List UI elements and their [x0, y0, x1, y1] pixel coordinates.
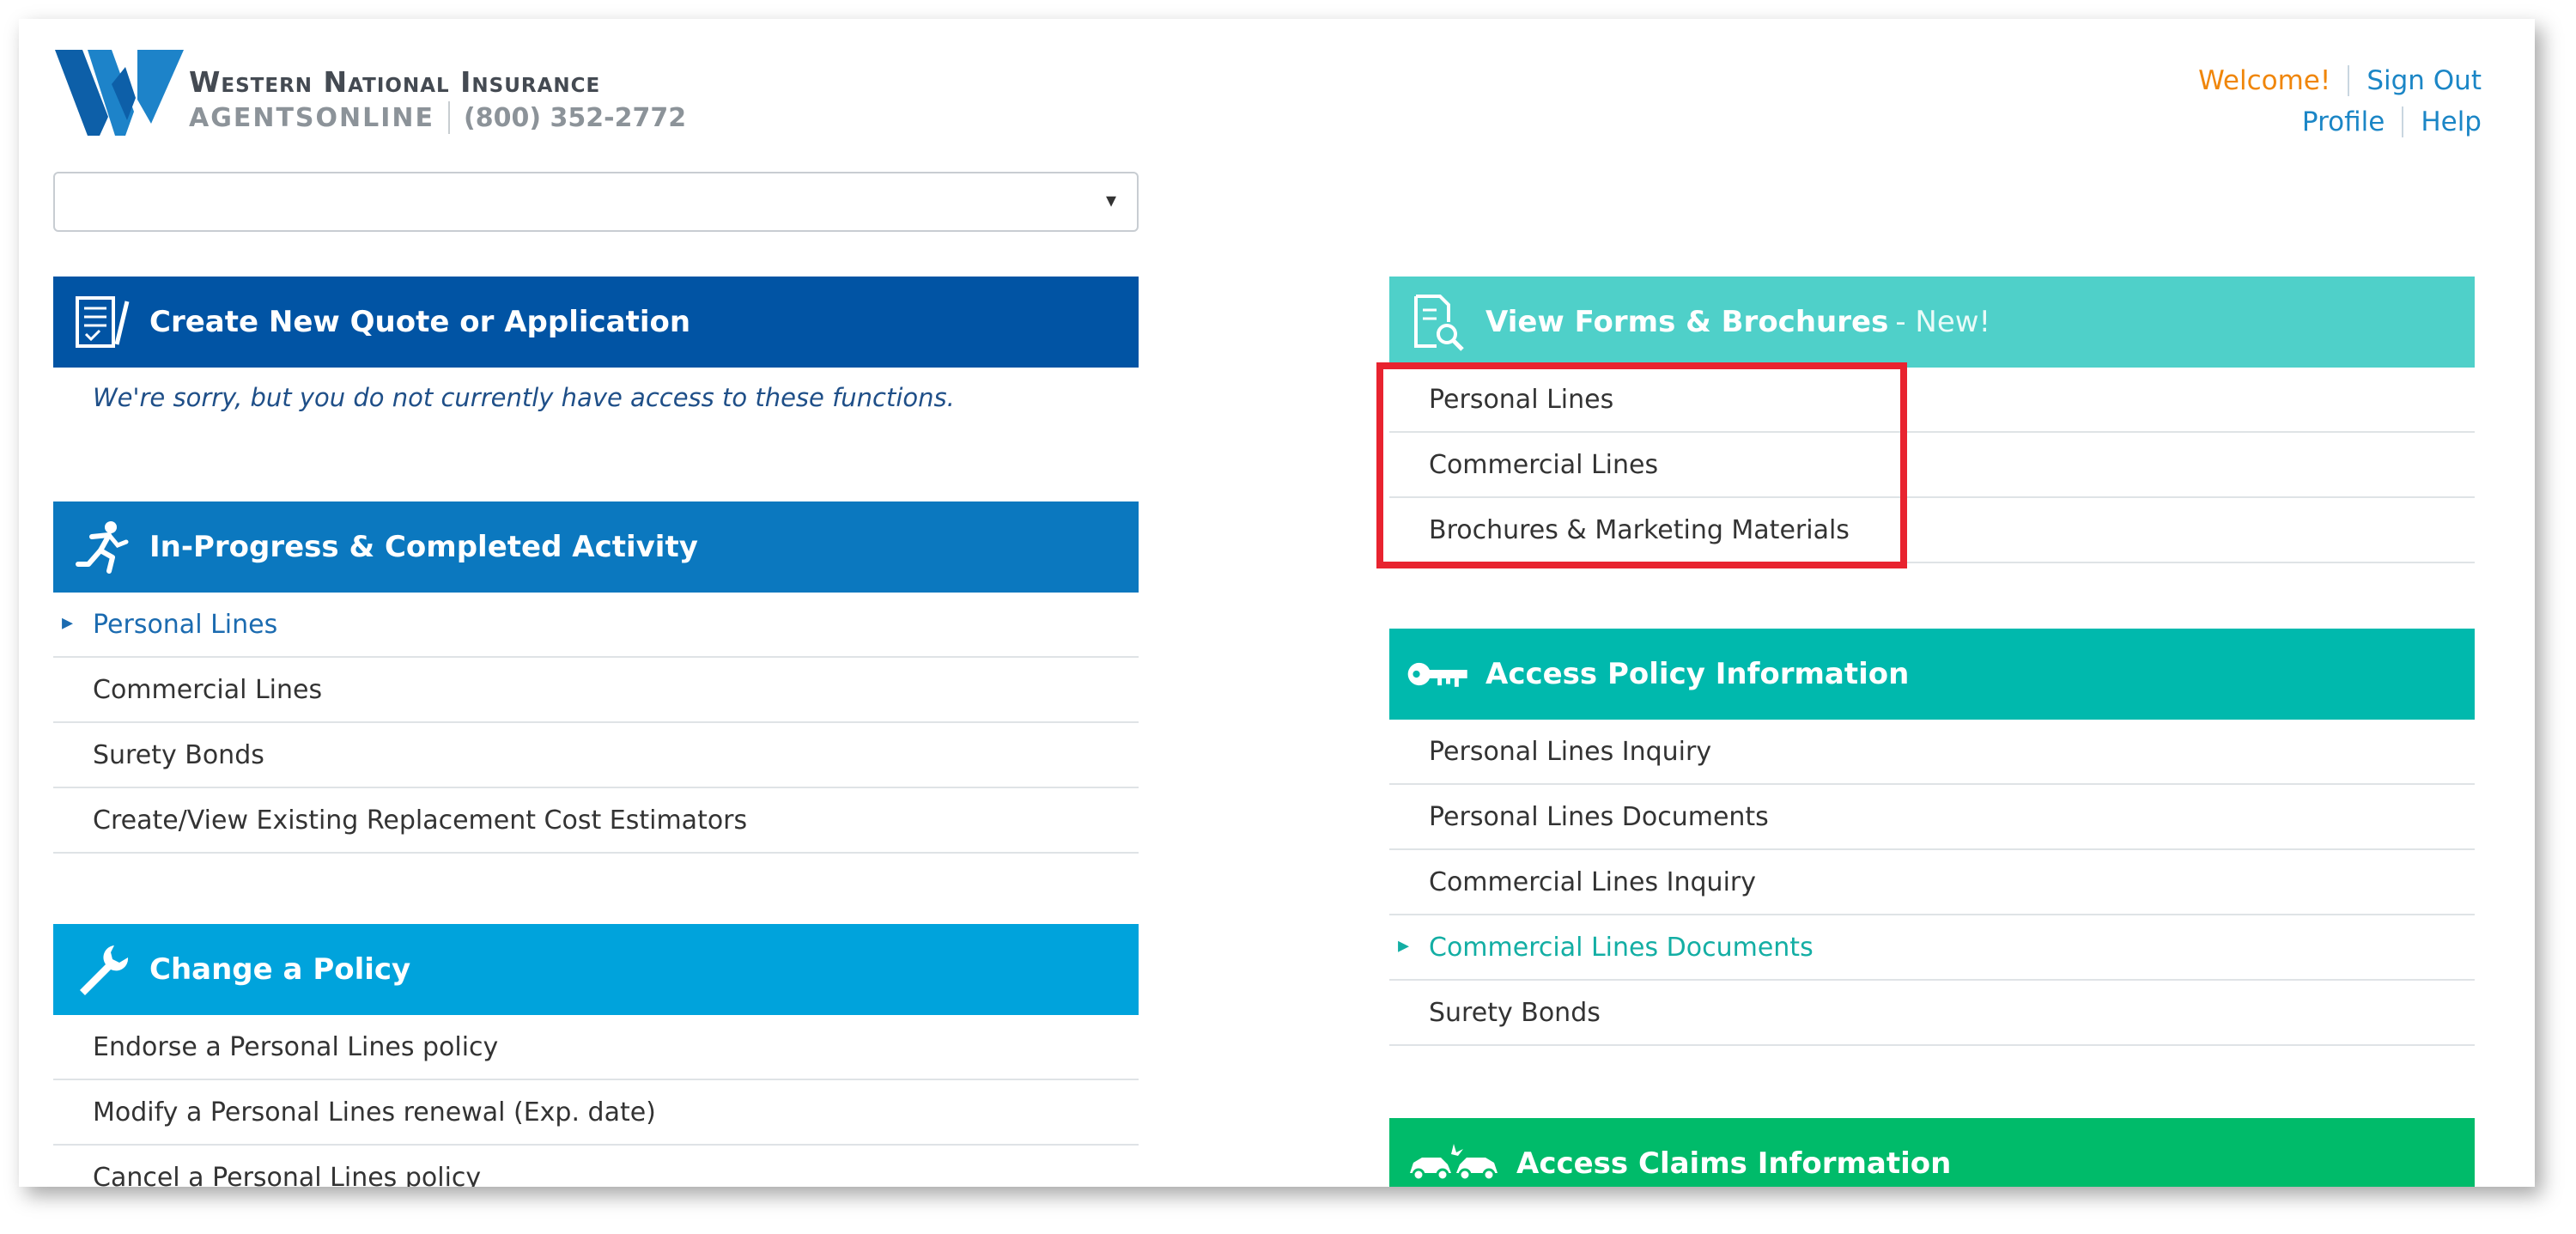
app-window: Western National Insurance AGENTSONLINE … [19, 19, 2535, 1187]
change-policy-item[interactable]: Endorse a Personal Lines policy [53, 1015, 1139, 1080]
item-label: Cancel a Personal Lines policy [93, 1162, 482, 1188]
change-policy-list: Endorse a Personal Lines policy Modify a… [53, 1015, 1139, 1187]
panel-title: In-Progress & Completed Activity [149, 530, 698, 564]
link-divider [2348, 65, 2350, 96]
access-policy-panel: Access Policy Information Personal Lines… [1389, 629, 2475, 1046]
item-label: Commercial Lines Inquiry [1429, 866, 1756, 897]
change-policy-panel: Change a Policy Endorse a Personal Lines… [53, 924, 1139, 1187]
item-label: Personal Lines Inquiry [1429, 736, 1712, 767]
in-progress-panel: In-Progress & Completed Activity Persona… [53, 502, 1139, 854]
view-forms-header[interactable]: View Forms & Brochures - New! [1389, 277, 2475, 368]
sign-out-link[interactable]: Sign Out [2366, 60, 2482, 101]
access-notice: We're sorry, but you do not currently ha… [93, 383, 955, 412]
item-label: Personal Lines [93, 609, 278, 640]
brand-name: Western National Insurance [189, 65, 601, 99]
item-label: Surety Bonds [1429, 997, 1601, 1028]
change-policy-header[interactable]: Change a Policy [53, 924, 1139, 1015]
policy-item[interactable]: Surety Bonds [1389, 981, 2475, 1046]
wrench-icon [70, 939, 134, 1000]
in-progress-header[interactable]: In-Progress & Completed Activity [53, 502, 1139, 593]
key-icon [1406, 644, 1470, 704]
panel-title: Change a Policy [149, 952, 411, 987]
document-check-icon [70, 292, 134, 352]
brand-subline: AGENTSONLINE (800) 352-2772 [189, 101, 686, 134]
create-quote-header[interactable]: Create New Quote or Application [53, 277, 1139, 368]
in-progress-item[interactable]: Commercial Lines [53, 658, 1139, 723]
policy-item[interactable]: Commercial Lines Inquiry [1389, 850, 2475, 915]
item-label: Commercial Lines Documents [1429, 932, 1814, 963]
panel-title: Access Policy Information [1485, 657, 1910, 691]
brand-divider [448, 101, 451, 134]
change-policy-item[interactable]: Modify a Personal Lines renewal (Exp. da… [53, 1080, 1139, 1146]
panel-title: View Forms & Brochures [1485, 305, 1889, 339]
change-policy-item[interactable]: Cancel a Personal Lines policy [53, 1146, 1139, 1188]
phone-number: (800) 352-2772 [464, 102, 687, 133]
in-progress-list: Personal Lines Commercial Lines Surety B… [53, 593, 1139, 854]
claims-header[interactable]: Access Claims Information [1389, 1118, 2475, 1187]
access-policy-header[interactable]: Access Policy Information [1389, 629, 2475, 720]
help-link[interactable]: Help [2421, 101, 2482, 143]
welcome-text: Welcome! [2198, 65, 2331, 96]
wn-logo-icon[interactable] [55, 50, 184, 136]
user-links: Welcome! Sign Out Profile Help [2198, 60, 2482, 143]
item-label: Surety Bonds [93, 739, 264, 770]
item-label: Modify a Personal Lines renewal (Exp. da… [93, 1097, 656, 1128]
profile-link[interactable]: Profile [2302, 101, 2385, 143]
car-crash-icon [1406, 1134, 1501, 1187]
panel-title: Access Claims Information [1516, 1146, 1952, 1181]
panel-title: Create New Quote or Application [149, 305, 691, 339]
item-label: Endorse a Personal Lines policy [93, 1031, 499, 1062]
item-label: Personal Lines Documents [1429, 801, 1769, 832]
policy-item[interactable]: Personal Lines Inquiry [1389, 720, 2475, 785]
in-progress-item[interactable]: Personal Lines [53, 593, 1139, 658]
document-search-icon [1406, 292, 1470, 352]
create-quote-panel: Create New Quote or Application We're so… [53, 277, 1139, 412]
item-label: Commercial Lines [93, 674, 323, 705]
chevron-down-icon[interactable]: ▾ [1106, 188, 1116, 212]
policy-item[interactable]: Commercial Lines Documents [1389, 915, 2475, 981]
agentsonline-label: AGENTSONLINE [189, 102, 435, 133]
new-badge: - New! [1895, 305, 1991, 339]
access-policy-list: Personal Lines Inquiry Personal Lines Do… [1389, 720, 2475, 1046]
in-progress-item[interactable]: Create/View Existing Replacement Cost Es… [53, 788, 1139, 854]
account-select[interactable]: ▾ [53, 172, 1139, 232]
highlight-box [1376, 362, 1907, 568]
link-divider [2402, 106, 2404, 137]
running-person-icon [70, 517, 134, 577]
claims-panel: Access Claims Information [1389, 1118, 2475, 1187]
policy-item[interactable]: Personal Lines Documents [1389, 785, 2475, 850]
in-progress-item[interactable]: Surety Bonds [53, 723, 1139, 788]
item-label: Create/View Existing Replacement Cost Es… [93, 805, 748, 836]
